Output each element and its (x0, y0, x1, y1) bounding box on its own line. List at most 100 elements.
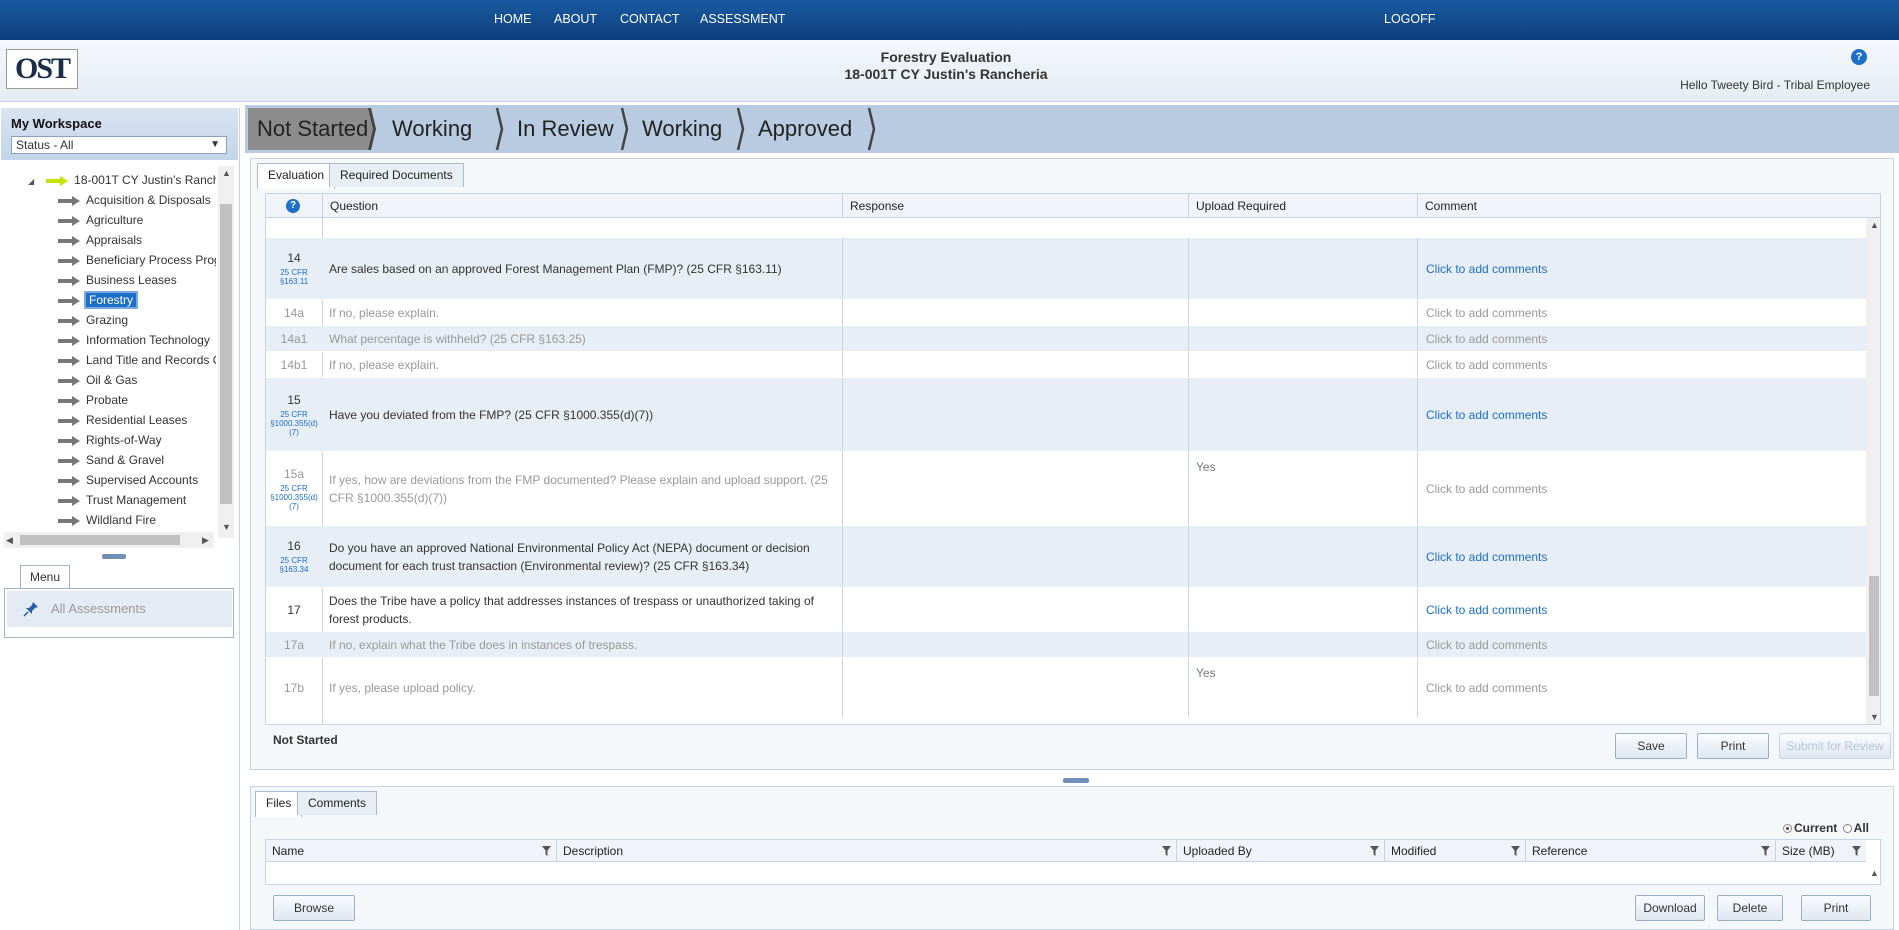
collapse-icon[interactable]: ◢ (28, 177, 34, 186)
tab-evaluation[interactable]: Evaluation (257, 163, 336, 189)
add-comment-link[interactable]: Click to add comments (1417, 352, 1866, 377)
response-cell[interactable] (842, 238, 1188, 299)
tree-horizontal-scrollbar[interactable]: ◀ ▶ (4, 532, 214, 548)
response-cell[interactable] (842, 526, 1188, 587)
filter-icon[interactable] (1511, 846, 1520, 856)
tree-item-beneficiary-process-program[interactable]: Beneficiary Process Program (58, 251, 216, 269)
tree-item-sand-gravel[interactable]: Sand & Gravel (58, 451, 164, 469)
scroll-up-icon[interactable]: ▲ (222, 168, 231, 178)
response-cell[interactable] (842, 632, 1188, 657)
scroll-thumb[interactable] (20, 535, 180, 545)
radio-all[interactable] (1842, 824, 1852, 834)
response-cell[interactable] (842, 326, 1188, 351)
filter-icon[interactable] (1761, 846, 1770, 856)
column-header-question[interactable]: Question (322, 194, 842, 218)
column-header-name[interactable]: Name (266, 840, 556, 862)
add-comment-link[interactable]: Click to add comments (1417, 378, 1866, 451)
tree-vertical-scrollbar[interactable]: ▲ ▼ (218, 166, 234, 538)
tree-item-grazing[interactable]: Grazing (58, 311, 128, 329)
panel-splitter-handle[interactable] (1063, 778, 1089, 783)
tree-item-land-title-and-records-office[interactable]: Land Title and Records Office (58, 351, 216, 369)
add-comment-link[interactable]: Click to add comments (1417, 326, 1866, 351)
column-header-comment[interactable]: Comment (1417, 194, 1866, 218)
status-filter-select[interactable]: Status - All ▼ (11, 136, 227, 154)
workflow-step-working: Working (392, 116, 473, 141)
scroll-down-icon[interactable]: ▼ (1870, 712, 1879, 722)
radio-current[interactable] (1782, 824, 1792, 834)
tree-item-residential-leases[interactable]: Residential Leases (58, 411, 187, 429)
filter-icon[interactable] (542, 846, 551, 856)
tree-item-appraisals[interactable]: Appraisals (58, 231, 142, 249)
grid-vertical-scrollbar[interactable]: ▲ ▼ (1866, 218, 1880, 724)
submit-for-review-button[interactable]: Submit for Review (1779, 733, 1891, 759)
response-cell[interactable] (842, 658, 1188, 717)
add-comment-link[interactable]: Click to add comments (1417, 632, 1866, 657)
download-button[interactable]: Download (1635, 895, 1705, 921)
cfr-reference-link[interactable]: 25 CFR §1000.355(d)(7) (269, 484, 319, 511)
cfr-reference-link[interactable]: 25 CFR §163.11 (269, 268, 319, 286)
column-header-uploaded-by[interactable]: Uploaded By (1176, 840, 1384, 862)
nav-about-link[interactable]: ABOUT (554, 12, 597, 26)
panel-splitter-handle[interactable] (102, 554, 126, 559)
tree-item-oil-gas[interactable]: Oil & Gas (58, 371, 137, 389)
tree-item-supervised-accounts[interactable]: Supervised Accounts (58, 471, 198, 489)
scroll-thumb[interactable] (1869, 576, 1879, 696)
print-button[interactable]: Print (1697, 733, 1769, 759)
browse-button[interactable]: Browse (273, 895, 355, 921)
scroll-thumb[interactable] (220, 204, 232, 504)
help-icon[interactable]: ? (1851, 49, 1867, 65)
tab-menu[interactable]: Menu (20, 565, 70, 589)
filter-icon[interactable] (1852, 846, 1861, 856)
add-comment-link[interactable]: Click to add comments (1417, 526, 1866, 587)
tree-item-forestry[interactable]: Forestry (58, 291, 139, 309)
tab-files[interactable]: Files (255, 791, 303, 817)
add-comment-link[interactable]: Click to add comments (1417, 238, 1866, 299)
nav-assessment-link[interactable]: ASSESSMENT (700, 12, 785, 26)
nav-contact-link[interactable]: CONTACT (620, 12, 680, 26)
column-header-response[interactable]: Response (842, 194, 1188, 218)
tab-comments[interactable]: Comments (297, 791, 378, 815)
tab-required-documents[interactable]: Required Documents (329, 163, 464, 187)
tree-item-business-leases[interactable]: Business Leases (58, 271, 177, 289)
filter-icon[interactable] (1162, 846, 1171, 856)
tree-item-rights-of-way[interactable]: Rights-of-Way (58, 431, 162, 449)
cfr-reference-link[interactable]: 25 CFR §163.34 (269, 556, 319, 574)
tree-item-information-technology[interactable]: Information Technology (58, 331, 210, 349)
delete-button[interactable]: Delete (1717, 895, 1783, 921)
top-navigation-bar: HOME ABOUT CONTACT ASSESSMENT LOGOFF (0, 0, 1899, 40)
scroll-up-icon[interactable]: ▲ (1870, 868, 1879, 878)
logoff-link[interactable]: LOGOFF (1384, 12, 1435, 26)
response-cell[interactable] (842, 378, 1188, 451)
tree-root-item[interactable]: ◢ 18-001T CY Justin's Rancheria (28, 171, 216, 189)
all-assessments-menu-item[interactable]: All Assessments (7, 591, 232, 627)
add-comment-link[interactable]: Click to add comments (1417, 452, 1866, 525)
tree-item-agriculture[interactable]: Agriculture (58, 211, 143, 229)
response-cell[interactable] (842, 452, 1188, 525)
response-cell[interactable] (842, 588, 1188, 631)
tree-item-wildland-fire[interactable]: Wildland Fire (58, 511, 156, 529)
add-comment-link[interactable]: Click to add comments (1417, 300, 1866, 325)
column-header-modified[interactable]: Modified (1384, 840, 1525, 862)
column-header-description[interactable]: Description (556, 840, 1176, 862)
column-header-reference[interactable]: Reference (1525, 840, 1775, 862)
evaluation-panel: Evaluation Required Documents ? Question… (250, 158, 1894, 770)
scroll-down-icon[interactable]: ▼ (222, 522, 231, 532)
help-icon[interactable]: ? (286, 199, 300, 213)
cfr-reference-link[interactable]: 25 CFR §1000.355(d)(7) (269, 410, 319, 437)
tree-item-acquisition-disposals[interactable]: Acquisition & Disposals (58, 191, 211, 209)
response-cell[interactable] (842, 300, 1188, 325)
files-print-button[interactable]: Print (1801, 895, 1871, 921)
arrow-icon (58, 195, 80, 206)
save-button[interactable]: Save (1615, 733, 1687, 759)
scroll-up-icon[interactable]: ▲ (1870, 220, 1879, 230)
scroll-right-icon[interactable]: ▶ (202, 535, 209, 546)
filter-icon[interactable] (1370, 846, 1379, 856)
scroll-left-icon[interactable]: ◀ (6, 535, 13, 546)
add-comment-link[interactable]: Click to add comments (1417, 588, 1866, 631)
column-header-upload-required[interactable]: Upload Required (1188, 194, 1417, 218)
add-comment-link[interactable]: Click to add comments (1417, 658, 1866, 717)
nav-home-link[interactable]: HOME (494, 12, 532, 26)
response-cell[interactable] (842, 352, 1188, 377)
tree-item-probate[interactable]: Probate (58, 391, 128, 409)
tree-item-trust-management[interactable]: Trust Management (58, 491, 186, 509)
